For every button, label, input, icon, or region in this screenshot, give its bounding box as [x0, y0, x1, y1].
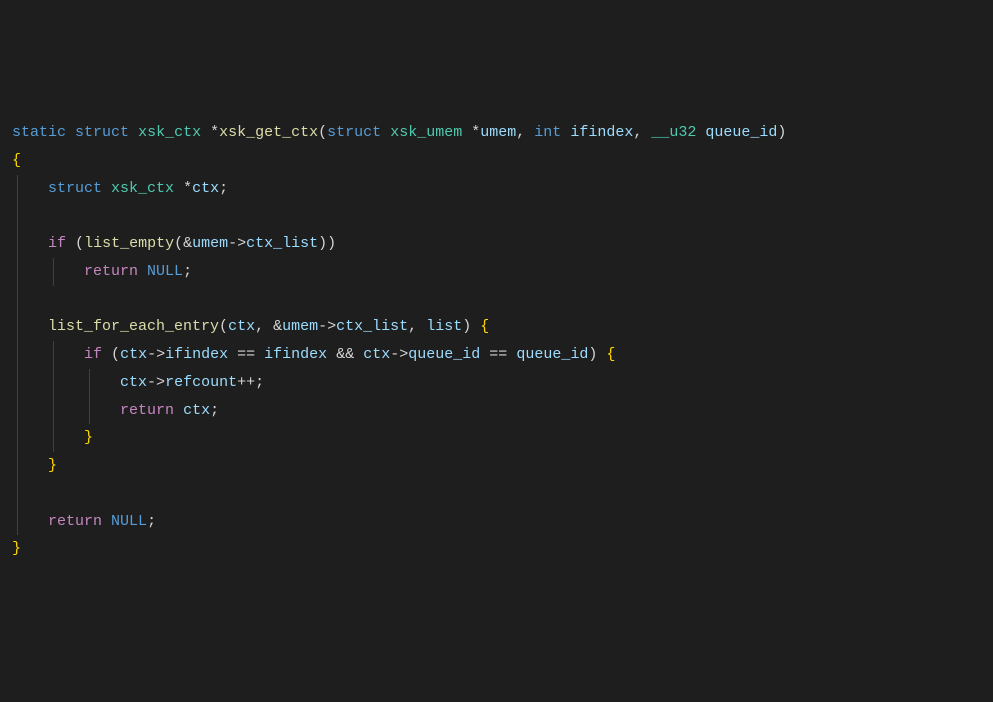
keyword-return: return	[120, 402, 174, 419]
paren-open: (	[318, 124, 327, 141]
comma: ,	[633, 124, 642, 141]
paren-close: )	[462, 318, 471, 335]
code-line-5: if (list_empty(&umem->ctx_list))	[12, 230, 981, 258]
semicolon: ;	[183, 263, 192, 280]
operator-inc: ++	[237, 374, 255, 391]
variable-name: ctx	[183, 402, 210, 419]
arg-name: ctx	[228, 318, 255, 335]
function-name: xsk_get_ctx	[219, 124, 318, 141]
operator-eq: ==	[489, 346, 507, 363]
paren-close: )	[327, 235, 336, 252]
code-line-9: if (ctx->ifindex == ifindex && ctx->queu…	[12, 341, 981, 369]
code-line-14	[12, 480, 981, 508]
operator-arrow: ->	[147, 346, 165, 363]
variable-name: umem	[192, 235, 228, 252]
code-line-2: {	[12, 147, 981, 175]
operator-star: *	[183, 180, 192, 197]
operator-amp: &	[183, 235, 192, 252]
paren-close: )	[318, 235, 327, 252]
comma: ,	[516, 124, 525, 141]
variable-name: ctx	[192, 180, 219, 197]
paren-open: (	[111, 346, 120, 363]
paren-close: )	[777, 124, 786, 141]
operator-star: *	[471, 124, 480, 141]
member-name: queue_id	[408, 346, 480, 363]
param-name: queue_id	[705, 124, 777, 141]
type-name: xsk_ctx	[111, 180, 174, 197]
code-line-7	[12, 286, 981, 314]
brace-open: {	[12, 152, 21, 169]
type-name: xsk_ctx	[138, 124, 201, 141]
operator-arrow: ->	[228, 235, 246, 252]
variable-name: ctx	[120, 346, 147, 363]
keyword-struct: struct	[327, 124, 381, 141]
param-name: ifindex	[570, 124, 633, 141]
semicolon: ;	[255, 374, 264, 391]
operator-arrow: ->	[390, 346, 408, 363]
paren-open: (	[219, 318, 228, 335]
variable-name: queue_id	[516, 346, 588, 363]
code-editor[interactable]: static struct xsk_ctx *xsk_get_ctx(struc…	[12, 119, 981, 563]
code-line-3: struct xsk_ctx *ctx;	[12, 175, 981, 203]
code-line-10: ctx->refcount++;	[12, 369, 981, 397]
keyword-static: static	[12, 124, 66, 141]
brace-open: {	[480, 318, 489, 335]
constant-null: NULL	[147, 263, 183, 280]
keyword-int: int	[534, 124, 561, 141]
paren-close: )	[588, 346, 597, 363]
operator-and: &&	[336, 346, 354, 363]
member-name: refcount	[165, 374, 237, 391]
brace-open: {	[606, 346, 615, 363]
keyword-return: return	[48, 513, 102, 530]
brace-close: }	[84, 429, 93, 446]
semicolon: ;	[147, 513, 156, 530]
constant-null: NULL	[111, 513, 147, 530]
param-name: umem	[480, 124, 516, 141]
operator-arrow: ->	[318, 318, 336, 335]
function-call: list_empty	[84, 235, 174, 252]
member-name: ctx_list	[246, 235, 318, 252]
code-line-15: return NULL;	[12, 508, 981, 536]
arg-name: list	[426, 318, 462, 335]
comma: ,	[408, 318, 417, 335]
code-line-1: static struct xsk_ctx *xsk_get_ctx(struc…	[12, 119, 981, 147]
keyword-if: if	[84, 346, 102, 363]
operator-arrow: ->	[147, 374, 165, 391]
code-line-11: return ctx;	[12, 397, 981, 425]
type-name: xsk_umem	[390, 124, 462, 141]
paren-open: (	[75, 235, 84, 252]
variable-name: ifindex	[264, 346, 327, 363]
keyword-return: return	[84, 263, 138, 280]
member-name: ctx_list	[336, 318, 408, 335]
code-line-6: return NULL;	[12, 258, 981, 286]
brace-close: }	[48, 457, 57, 474]
code-line-12: }	[12, 424, 981, 452]
keyword-struct: struct	[48, 180, 102, 197]
operator-star: *	[210, 124, 219, 141]
operator-eq: ==	[237, 346, 255, 363]
keyword-struct: struct	[75, 124, 129, 141]
type-name: __u32	[651, 124, 696, 141]
variable-name: ctx	[120, 374, 147, 391]
semicolon: ;	[210, 402, 219, 419]
semicolon: ;	[219, 180, 228, 197]
code-line-13: }	[12, 452, 981, 480]
function-call: list_for_each_entry	[48, 318, 219, 335]
comma: ,	[255, 318, 264, 335]
code-line-8: list_for_each_entry(ctx, &umem->ctx_list…	[12, 313, 981, 341]
paren-open: (	[174, 235, 183, 252]
variable-name: umem	[282, 318, 318, 335]
keyword-if: if	[48, 235, 66, 252]
operator-amp: &	[273, 318, 282, 335]
member-name: ifindex	[165, 346, 228, 363]
code-line-4	[12, 202, 981, 230]
code-line-16: }	[12, 535, 981, 563]
variable-name: ctx	[363, 346, 390, 363]
brace-close: }	[12, 540, 21, 557]
